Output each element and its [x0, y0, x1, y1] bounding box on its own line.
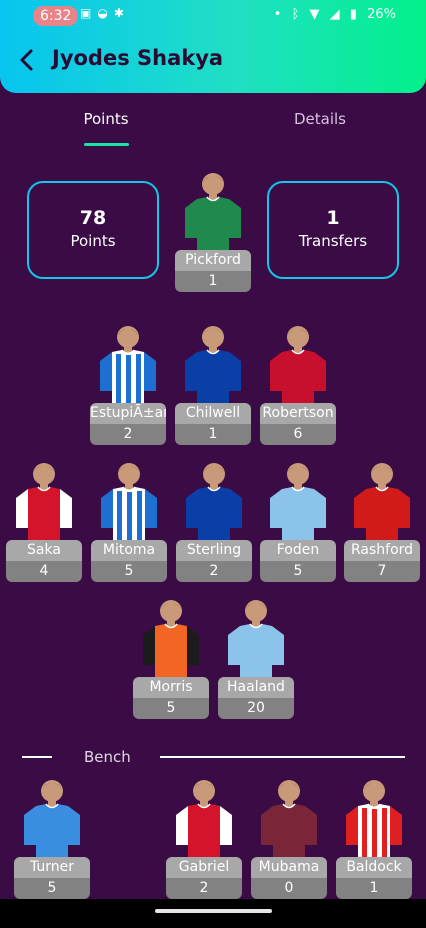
player-name: Pickford [175, 250, 251, 271]
player-name: Gabriel [166, 857, 242, 878]
player-card-defender[interactable]: Robertson 6 [260, 321, 336, 445]
player-name: Robertson [260, 403, 336, 424]
player-name: Mitoma [91, 540, 167, 561]
bench-divider-left [22, 756, 52, 758]
player-kit-icon [175, 321, 251, 405]
bluetooth-icon: ᛒ [291, 7, 300, 22]
bench-player-card[interactable]: Baldock 1 [336, 775, 412, 899]
player-card-defender[interactable]: EstupiÃ±an 2 [90, 321, 166, 445]
points-label: Points [70, 232, 116, 250]
player-points: 6 [260, 424, 336, 445]
player-points: 1 [336, 878, 412, 899]
bench-player-card[interactable]: Turner 5 [14, 775, 90, 899]
player-card-goalkeeper[interactable]: Pickford 1 [175, 168, 251, 292]
player-name: Mubama [251, 857, 327, 878]
player-name: Chilwell [175, 403, 251, 424]
player-points: 5 [133, 698, 209, 719]
player-points: 2 [166, 878, 242, 899]
bowl-icon: ◒ [97, 6, 114, 20]
points-value: 78 [79, 207, 107, 229]
home-gesture-handle[interactable] [155, 909, 272, 913]
battery-icon: ▮ [349, 7, 357, 22]
player-points: 2 [90, 424, 166, 445]
player-points: 0 [251, 878, 327, 899]
status-right: • ᛒ ▼ ◢ ▮ 26% [268, 7, 396, 22]
tab-indicator [84, 143, 129, 146]
bench-player-card[interactable]: Mubama 0 [251, 775, 327, 899]
player-points: 2 [176, 561, 252, 582]
player-card-midfielder[interactable]: Mitoma 5 [91, 458, 167, 582]
player-kit-icon [166, 775, 242, 859]
player-kit-icon [6, 458, 82, 542]
player-kit-icon [251, 775, 327, 859]
notification-icons: ▣◒✱ [80, 6, 130, 20]
player-name: Rashford [344, 540, 420, 561]
transfers-summary-card: 1 Transfers [267, 181, 399, 279]
status-time: 6:32 [33, 6, 79, 26]
bench-divider-right [160, 756, 405, 758]
player-points: 5 [91, 561, 167, 582]
player-points: 7 [344, 561, 420, 582]
transfers-value: 1 [326, 207, 340, 229]
tab-details[interactable]: Details [260, 110, 380, 128]
player-name: Turner [14, 857, 90, 878]
arrow-left-icon[interactable] [14, 46, 42, 74]
player-name: Sterling [176, 540, 252, 561]
points-summary-card: 78 Points [27, 181, 159, 279]
signal-icon: ◢ [329, 7, 340, 22]
transfers-label: Transfers [298, 232, 368, 250]
google-pay-icon: ▣ [80, 6, 98, 20]
player-kit-icon [91, 458, 167, 542]
bench-player-card[interactable]: Gabriel 2 [166, 775, 242, 899]
player-kit-icon [90, 321, 166, 405]
player-card-midfielder[interactable]: Rashford 7 [344, 458, 420, 582]
player-name: Foden [260, 540, 336, 561]
player-kit-icon [218, 595, 294, 679]
player-kit-icon [260, 321, 336, 405]
player-name: Morris [133, 677, 209, 698]
wifi-icon: ▼ [309, 7, 320, 22]
player-name: Haaland [218, 677, 294, 698]
player-kit-icon [336, 775, 412, 859]
status-bar: 6:32 ▣◒✱ • ᛒ ▼ ◢ ▮ 26% [0, 0, 426, 32]
player-kit-icon [176, 458, 252, 542]
player-name: EstupiÃ±an [90, 403, 166, 424]
player-kit-icon [260, 458, 336, 542]
system-nav-bar [0, 899, 426, 928]
player-name: Baldock [336, 857, 412, 878]
player-name: Saka [6, 540, 82, 561]
player-points: 1 [175, 424, 251, 445]
player-kit-icon [344, 458, 420, 542]
tab-points[interactable]: Points [46, 110, 166, 128]
player-card-midfielder[interactable]: Sterling 2 [176, 458, 252, 582]
player-kit-icon [14, 775, 90, 859]
player-points: 5 [260, 561, 336, 582]
player-card-forward[interactable]: Morris 5 [133, 595, 209, 719]
player-card-midfielder[interactable]: Saka 4 [6, 458, 82, 582]
battery-percent: 26% [367, 7, 396, 22]
player-points: 4 [6, 561, 82, 582]
player-card-defender[interactable]: Chilwell 1 [175, 321, 251, 445]
player-kit-icon [133, 595, 209, 679]
player-points: 20 [218, 698, 294, 719]
player-card-forward[interactable]: Haaland 20 [218, 595, 294, 719]
page-title: Jyodes Shakya [52, 46, 224, 70]
player-points: 1 [175, 271, 251, 292]
app-bar: Jyodes Shakya [0, 32, 426, 93]
player-card-midfielder[interactable]: Foden 5 [260, 458, 336, 582]
player-points: 5 [14, 878, 90, 899]
bench-label: Bench [84, 748, 131, 766]
player-kit-icon [175, 168, 251, 252]
bug-icon: ✱ [113, 6, 130, 20]
dot-icon: • [273, 7, 282, 22]
